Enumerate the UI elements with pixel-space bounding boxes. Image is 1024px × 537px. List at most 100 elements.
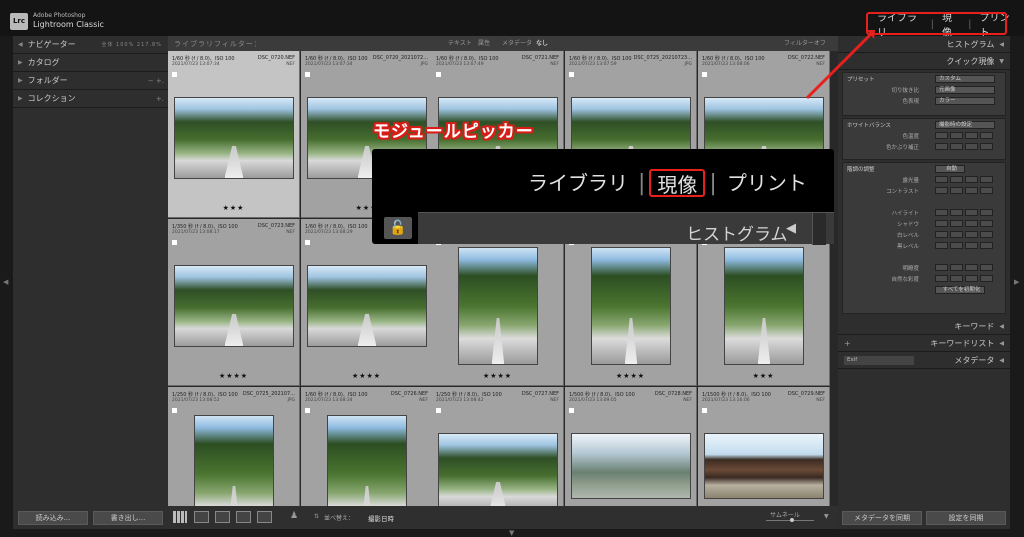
grid-cell[interactable]: ★★★★ (565, 219, 697, 386)
slider-handle[interactable] (790, 518, 794, 522)
collection-add-icon[interactable]: +. (156, 95, 164, 103)
grid-cell[interactable]: 1/350 秒 (f / 8.0)、ISO 100 DSC_0723.NEF 202… (168, 219, 300, 386)
grid-cell[interactable]: ★★★★ (432, 219, 564, 386)
expand-triangle-icon: ▶ (18, 95, 23, 102)
left-panel-toggle-icon[interactable]: ◀ (3, 278, 8, 286)
temp-stepper[interactable] (935, 132, 993, 139)
sync-settings-button[interactable]: 設定を同期 (926, 511, 1006, 525)
clarity-stepper[interactable] (935, 264, 993, 271)
contrast-stepper[interactable] (935, 187, 993, 194)
thumbnail-image[interactable] (571, 433, 691, 499)
survey-view-icon[interactable] (236, 511, 251, 523)
file-name: DSC_0726.NEF (390, 391, 428, 397)
keywording-header[interactable]: キーワード ◀ (838, 318, 1010, 335)
keywording-label: キーワード (954, 321, 995, 331)
file-name: DSC_0729.NEF (787, 391, 825, 397)
keyword-add-icon[interactable]: + (844, 339, 851, 348)
wb-select[interactable]: 撮影時の設定 (935, 120, 995, 129)
treatment-select[interactable]: カラー (935, 96, 995, 105)
painter-icon[interactable]: ♟ (290, 511, 298, 521)
grid-cell[interactable]: 1/1500 秒 (f / 8.0)、ISO 100 DSC_0729.NEF 20… (698, 387, 830, 506)
people-view-icon[interactable] (257, 511, 272, 523)
filter-attribute[interactable]: 属性 (474, 39, 494, 49)
grid-cell[interactable]: 1/60 秒 (f / 8.0)、ISO 100 DSC_0726.NEF 2021… (301, 387, 433, 506)
thumbnail-image[interactable] (438, 433, 558, 506)
export-button[interactable]: 書き出し... (93, 511, 163, 525)
grid-cell[interactable]: 1/60 秒 (f / 8.0)、ISO 100 DSC_0720.NEF 2021… (168, 51, 300, 218)
tint-stepper[interactable] (935, 143, 993, 150)
thumbnail-image[interactable] (174, 97, 294, 179)
filter-none[interactable]: なし (532, 39, 552, 49)
right-panel-toggle-icon[interactable]: ▶ (1014, 278, 1019, 286)
exposure-stepper[interactable] (935, 176, 993, 183)
capture-date: 2021/07/23 13:08:06 (702, 62, 750, 67)
grid-cell[interactable]: 1/60 秒 (f / 8.0)、ISO 100 2021/07/23 13:08… (301, 219, 433, 386)
loupe-view-icon[interactable] (194, 511, 209, 523)
sort-select[interactable]: 撮影日時 (368, 513, 394, 523)
capture-date: 2021/07/23 13:08:52 (172, 398, 220, 403)
filter-text[interactable]: テキスト (444, 39, 476, 49)
folder-add-remove-icon[interactable]: − +. (148, 77, 164, 85)
preset-select[interactable]: カスタム (935, 74, 995, 83)
sync-metadata-button[interactable]: メタデータを同期 (842, 511, 922, 525)
file-extension: NEF (683, 398, 692, 403)
metadata-preset-select[interactable]: Exif (844, 355, 914, 365)
navigator-zoom-options[interactable]: 全体 100% 217.8% (101, 41, 162, 48)
grid-cell[interactable]: 1/250 秒 (f / 8.0)、ISO 100 DSC_0725_202107… (168, 387, 300, 506)
inset-module-develop[interactable]: 現像 (649, 169, 706, 197)
grid-view-icon[interactable] (173, 511, 187, 523)
crop-select[interactable]: 元画像 (935, 85, 995, 94)
thumbnail-image[interactable] (174, 265, 294, 347)
vibrance-stepper[interactable] (935, 275, 993, 282)
grid-cell[interactable]: 1/250 秒 (f / 8.0)、ISO 100 DSC_0727.NEF 202… (432, 387, 564, 506)
whites-stepper[interactable] (935, 231, 993, 238)
inset-module-print[interactable]: プリント (721, 169, 813, 197)
navigator-header[interactable]: ◀ ナビゲーター 全体 100% 217.8% (13, 36, 168, 54)
bottom-panel-toggle-icon[interactable]: ▼ (509, 529, 514, 537)
import-button[interactable]: 読み込み... (18, 511, 88, 525)
filter-metadata[interactable]: メタデータ (498, 39, 536, 49)
highlights-label: ハイライト (891, 210, 919, 217)
shadows-label: シャドウ (896, 221, 919, 228)
inset-module-library[interactable]: ライブラリ (522, 169, 634, 197)
file-name: DSC_0725_20210723... (633, 55, 692, 61)
grid-cell[interactable]: 1/500 秒 (f / 8.0)、ISO 100 DSC_0728.NEF 202… (565, 387, 697, 506)
star-rating: ★★★★ (218, 372, 249, 380)
compare-view-icon[interactable] (215, 511, 230, 523)
star-rating: ★★★★ (615, 372, 646, 380)
thumbnail-image[interactable] (327, 415, 407, 506)
star-rating: ★★★★ (351, 372, 382, 380)
metadata-header[interactable]: Exif メタデータ ◀ (838, 352, 1010, 369)
file-extension: NEF (286, 230, 295, 235)
lock-icon[interactable]: 🔓 (384, 217, 412, 239)
thumbnail-image[interactable] (307, 265, 427, 347)
exposure-info: 1/60 秒 (f / 8.0)、ISO 100 (702, 56, 765, 62)
tone-label: 階調の調整 (847, 166, 875, 173)
folders-header[interactable]: ▶ フォルダー − +. (13, 72, 168, 90)
thumbnail-image[interactable] (458, 247, 538, 365)
auto-tone-button[interactable]: 自動 (935, 164, 965, 173)
shadows-stepper[interactable] (935, 220, 993, 227)
inset-scrollbar[interactable] (812, 213, 826, 245)
keyword-list-header[interactable]: + キーワードリスト ◀ (838, 335, 1010, 352)
reset-all-button[interactable]: すべてを初期化 (935, 285, 985, 294)
highlights-stepper[interactable] (935, 209, 993, 216)
collections-header[interactable]: ▶ コレクション +. (13, 90, 168, 108)
file-extension: JPG (420, 62, 428, 67)
sort-label: 並べ替え： (324, 515, 355, 522)
thumbnail-image[interactable] (194, 415, 274, 506)
inset-separator: | (638, 170, 646, 196)
quick-develop-label: クイック現像 (946, 56, 995, 66)
blacks-stepper[interactable] (935, 242, 993, 249)
sort-direction-icon[interactable]: ⇅ (314, 513, 319, 520)
collections-label: コレクション (27, 94, 76, 103)
exposure-info: 1/250 秒 (f / 8.0)、ISO 100 (436, 392, 502, 398)
thumbnail-image[interactable] (704, 433, 824, 499)
capture-date: 2021/07/23 13:09:05 (569, 398, 617, 403)
toolbar-menu-icon[interactable]: ▼ (824, 513, 829, 520)
thumbnail-image[interactable] (724, 247, 804, 365)
thumbnail-image[interactable] (591, 247, 671, 365)
exposure-info: 1/1500 秒 (f / 8.0)、ISO 100 (702, 392, 771, 398)
catalog-header[interactable]: ▶ カタログ (13, 54, 168, 72)
